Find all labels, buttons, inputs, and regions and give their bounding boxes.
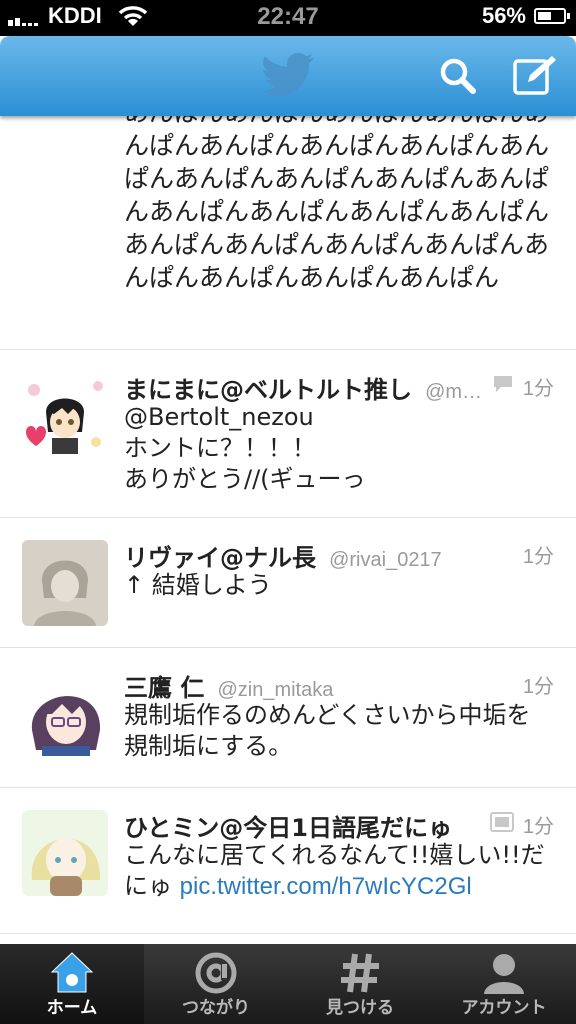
tweet-line: ホントに？！！！: [124, 434, 316, 462]
tweet-line: ↑ 結婚しよう: [124, 571, 272, 599]
avatar[interactable]: [22, 372, 108, 458]
avatar[interactable]: [22, 810, 108, 896]
tweet-line-prefix: にゅ: [124, 872, 180, 900]
navigation-bar: [0, 36, 576, 116]
tweet-time: 1分: [522, 378, 554, 400]
tweet-line: @Bertolt_nezou: [124, 403, 314, 431]
tweet-item[interactable]: リヴァイ@ナル長 @rivai_0217 1分 ↑ 結婚しよう: [0, 518, 576, 648]
search-icon[interactable]: [438, 56, 478, 96]
user-handle: @rivai_0217: [329, 549, 442, 571]
tweet-text: こんなに居てくれるなんて!!嬉しい!!だ にゅ pic.twitter.com/…: [124, 840, 554, 902]
twitter-bird-logo: [262, 53, 314, 96]
tweet-header: 三鷹 仁 @zin_mitaka: [124, 668, 554, 702]
user-handle: @zin_mitaka: [217, 679, 334, 701]
tweet-link[interactable]: pic.twitter.com/h7wIcYC2Gl: [180, 873, 472, 900]
tab-discover[interactable]: 見つける: [288, 944, 432, 1024]
tweet-line: 規制垢作るのめんどくさいから中垢を: [124, 701, 531, 729]
tweet-text: @Bertolt_nezou ホントに？！！！ ありがとう//(ギューっ: [124, 402, 554, 495]
tab-connect[interactable]: つながり: [144, 944, 288, 1024]
user-name[interactable]: ひとミン@今日1日語尾だにゅ: [124, 814, 452, 842]
at-icon: [195, 952, 237, 994]
tweet-line: ありがとう//(ギューっ: [124, 465, 366, 493]
user-handle: @m…: [425, 381, 483, 403]
tab-home[interactable]: ホーム: [0, 944, 144, 1024]
avatar[interactable]: [22, 670, 108, 756]
media-icon: [490, 812, 514, 832]
person-icon: [484, 954, 524, 994]
tweet-text: 規制垢作るのめんどくさいから中垢を 規制垢にする。: [124, 700, 554, 762]
user-name[interactable]: 三鷹 仁: [124, 674, 204, 702]
user-name[interactable]: まにまに@ベルトルト推し: [124, 376, 412, 404]
tweet-text: あんぱんあんぱんあんぱんあんぱんあんぱんあんぱんあんぱんあんぱんあんぱんあんぱん…: [124, 116, 550, 292]
tweet-time: 1分: [522, 676, 554, 698]
tab-label: ホーム: [46, 998, 98, 1018]
home-icon: [50, 952, 94, 993]
battery-percentage: 56%: [481, 3, 526, 28]
tweet-item[interactable]: まにまに@ベルトルト推し @m… 1分 @Bertolt_nezou ホントに？…: [0, 350, 576, 518]
timeline[interactable]: あんぱんあんぱんあんぱんあんぱんあんぱんあんぱんあんぱんあんぱんあんぱんあんぱん…: [0, 116, 576, 944]
tab-label: アカウント: [461, 998, 547, 1018]
tweet-text: ↑ 結婚しよう: [124, 570, 554, 601]
reply-bubble-icon: [494, 376, 512, 392]
hash-icon: [341, 953, 379, 993]
tab-account[interactable]: アカウント: [432, 944, 576, 1024]
tweet-header: リヴァイ@ナル長 @rivai_0217: [124, 538, 554, 572]
tweet-item[interactable]: あんぱんあんぱんあんぱんあんぱんあんぱんあんぱんあんぱんあんぱんあんぱんあんぱん…: [0, 116, 576, 350]
tweet-item[interactable]: ひとミン@今日1日語尾だにゅ 1分 こんなに居てくれるなんて!!嬉しい!!だ に…: [0, 788, 576, 934]
user-name[interactable]: リヴァイ@ナル長: [124, 544, 316, 572]
tweet-time: 1分: [522, 816, 554, 838]
tweet-header: まにまに@ベルトルト推し @m…: [124, 370, 554, 404]
tab-label: つながり: [182, 998, 250, 1018]
compose-icon[interactable]: [512, 54, 558, 96]
tab-label: 見つける: [326, 998, 394, 1018]
tweet-line: にゅ pic.twitter.com/h7wIcYC2Gl: [124, 871, 554, 902]
tab-bar: ホーム つながり 見つける アカウント: [0, 944, 576, 1024]
battery-icon: [534, 8, 570, 24]
tweet-line: 規制垢にする。: [124, 732, 293, 760]
tweet-time: 1分: [522, 546, 554, 568]
tweet-item[interactable]: 三鷹 仁 @zin_mitaka 1分 規制垢作るのめんどくさいから中垢を 規制…: [0, 648, 576, 788]
tweet-line: こんなに居てくれるなんて!!嬉しい!!だ: [124, 841, 545, 869]
avatar[interactable]: [22, 540, 108, 626]
status-bar: KDDI 22:47 56%: [0, 0, 576, 36]
